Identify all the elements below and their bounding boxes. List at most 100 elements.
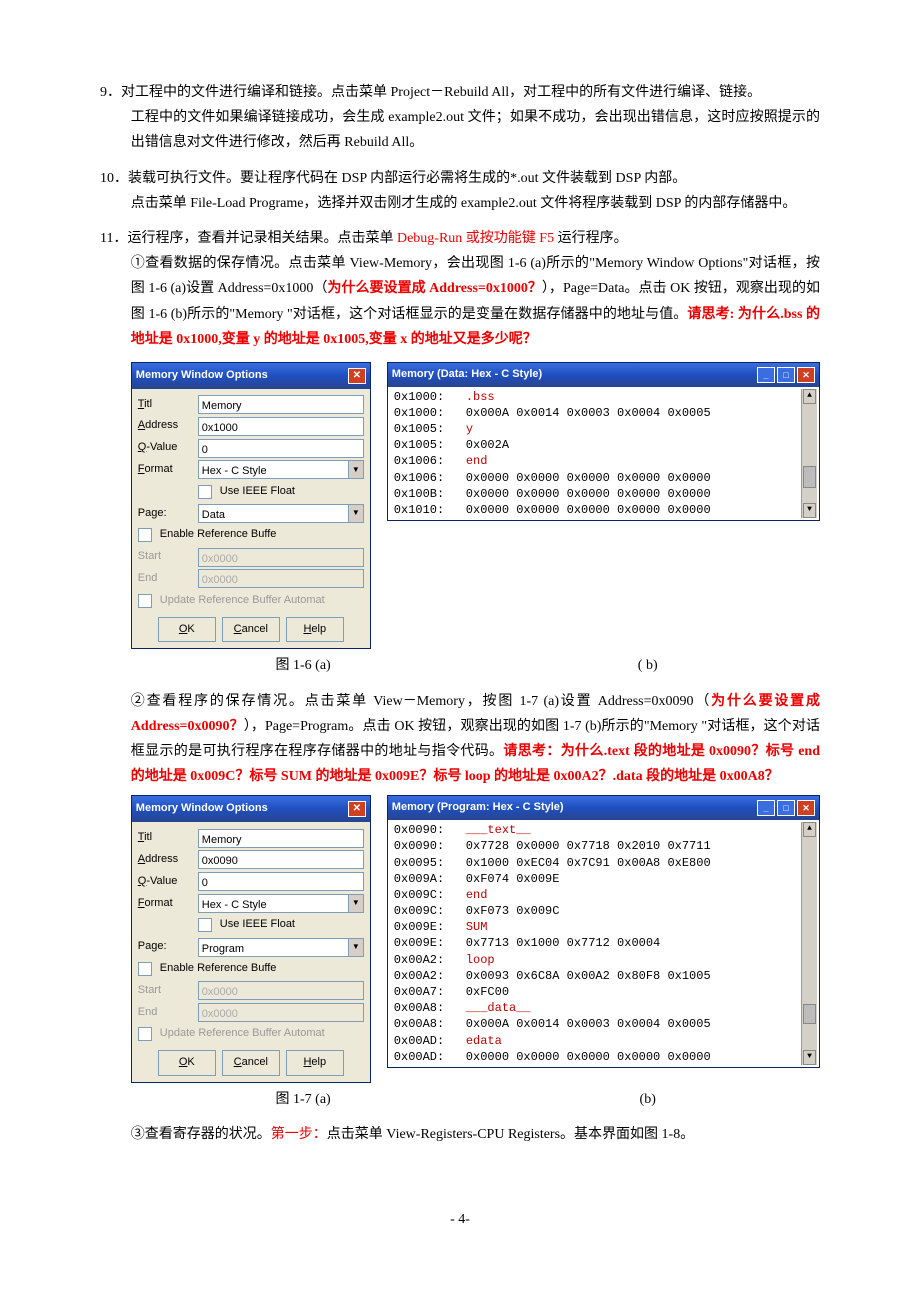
label: Titl xyxy=(138,395,194,415)
close-icon[interactable]: ✕ xyxy=(797,800,815,816)
caption-b: ( b) xyxy=(475,653,820,678)
step-num: 9． xyxy=(100,85,121,100)
scroll-thumb[interactable] xyxy=(803,466,816,488)
scroll-down-icon[interactable]: ▼ xyxy=(803,503,816,518)
end-field: 0x0000 xyxy=(198,569,364,588)
label: Update Reference Buffer Automat xyxy=(160,591,325,611)
refbuf-checkbox[interactable] xyxy=(138,528,152,542)
label: Format xyxy=(138,894,194,914)
scrollbar[interactable]: ▲ ▼ xyxy=(801,389,817,519)
chevron-down-icon[interactable]: ▼ xyxy=(349,894,364,913)
label: Q-Value xyxy=(138,438,194,458)
scrollbar[interactable]: ▲ ▼ xyxy=(801,822,817,1065)
scroll-up-icon[interactable]: ▲ xyxy=(803,822,816,837)
memory-line: 0x0090: 0x7728 0x0000 0x7718 0x2010 0x77… xyxy=(394,838,801,854)
scroll-thumb[interactable] xyxy=(803,1004,816,1024)
dialog-titlebar[interactable]: Memory Window Options ✕ xyxy=(132,363,370,389)
ieee-checkbox[interactable] xyxy=(198,485,212,499)
page-select[interactable]: Program xyxy=(198,938,349,957)
help-button[interactable]: Help xyxy=(286,1050,344,1076)
memory-line: 0x00A7: 0xFC00 xyxy=(394,984,801,1000)
ieee-checkbox[interactable] xyxy=(198,918,212,932)
label: End xyxy=(138,1003,194,1023)
label: Address xyxy=(138,850,194,870)
memory-options-dialog: Memory Window Options ✕ TitlMemory Addre… xyxy=(131,795,371,1083)
memory-line: 0x009E: SUM xyxy=(394,919,801,935)
memory-options-dialog: Memory Window Options ✕ TitlMemory Addre… xyxy=(131,362,371,650)
figure-1-6: Memory Window Options ✕ TitlMemory Addre… xyxy=(131,362,820,650)
maximize-icon[interactable]: □ xyxy=(777,800,795,816)
cancel-button[interactable]: Cancel xyxy=(222,617,280,643)
red-text: 第一步： xyxy=(271,1127,327,1142)
label: Update Reference Buffer Automat xyxy=(160,1024,325,1044)
text: 点击菜单 File-Load Programe，选择并双击刚才生成的 examp… xyxy=(100,191,820,216)
caption-a: 图 1-6 (a) xyxy=(131,653,476,678)
step-11: 11．运行程序，查看并记录相关结果。点击菜单 Debug-Run 或按功能键 F… xyxy=(100,226,820,352)
memory-line: 0x1000: .bss xyxy=(394,389,801,405)
scroll-up-icon[interactable]: ▲ xyxy=(803,389,816,404)
red-text: 为什么要设置成 Address=0x1000？ xyxy=(327,281,541,296)
step-9: 9．对工程中的文件进行编译和链接。点击菜单 Project－Rebuild Al… xyxy=(100,80,820,156)
memory-line: 0x009A: 0xF074 0x009E xyxy=(394,871,801,887)
ok-button[interactable]: OK xyxy=(158,617,216,643)
memory-line: 0x00AD: 0x0000 0x0000 0x0000 0x0000 0x00… xyxy=(394,1049,801,1065)
close-icon[interactable]: ✕ xyxy=(797,367,815,383)
figure-1-7: Memory Window Options ✕ TitlMemory Addre… xyxy=(131,795,820,1083)
dialog-title: Memory Window Options xyxy=(136,366,268,386)
dialog-titlebar[interactable]: Memory Window Options ✕ xyxy=(132,796,370,822)
memory-titlebar[interactable]: Memory (Data: Hex - C Style) _ □ ✕ xyxy=(388,363,819,387)
text: 点击菜单 View-Registers-CPU Registers。基本界面如图… xyxy=(327,1127,694,1142)
red-text: Debug-Run 或按功能键 F5 xyxy=(397,231,558,246)
memory-line: 0x00A2: 0x0093 0x6C8A 0x00A2 0x80F8 0x10… xyxy=(394,968,801,984)
format-select[interactable]: Hex - C Style xyxy=(198,460,349,479)
close-icon[interactable]: ✕ xyxy=(348,801,366,817)
chevron-down-icon[interactable]: ▼ xyxy=(349,504,364,523)
page-select[interactable]: Data xyxy=(198,504,349,523)
caption-a: 图 1-7 (a) xyxy=(131,1087,476,1112)
memory-line: 0x1000: 0x000A 0x0014 0x0003 0x0004 0x00… xyxy=(394,405,801,421)
memory-line: 0x1005: y xyxy=(394,421,801,437)
address-field[interactable]: 0x1000 xyxy=(198,417,364,436)
memory-line: 0x1006: 0x0000 0x0000 0x0000 0x0000 0x00… xyxy=(394,470,801,486)
start-field: 0x0000 xyxy=(198,548,364,567)
memory-lines: 0x1000: .bss0x1000: 0x000A 0x0014 0x0003… xyxy=(394,389,801,519)
text: ②查看程序的保存情况。点击菜单 View－Memory，按图 1-7 (a)设置… xyxy=(131,694,711,709)
minimize-icon[interactable]: _ xyxy=(757,800,775,816)
text: 工程中的文件如果编译链接成功，会生成 example2.out 文件；如果不成功… xyxy=(100,105,820,155)
step-num: 11． xyxy=(100,231,127,246)
cancel-button[interactable]: Cancel xyxy=(222,1050,280,1076)
memory-title: Memory (Program: Hex - C Style) xyxy=(392,798,564,818)
memory-line: 0x00AD: edata xyxy=(394,1033,801,1049)
step-num: 10． xyxy=(100,171,128,186)
memory-line: 0x1006: end xyxy=(394,453,801,469)
memory-titlebar[interactable]: Memory (Program: Hex - C Style) _ □ ✕ xyxy=(388,796,819,820)
qvalue-field[interactable]: 0 xyxy=(198,872,364,891)
ok-button[interactable]: OK xyxy=(158,1050,216,1076)
memory-line: 0x100B: 0x0000 0x0000 0x0000 0x0000 0x00… xyxy=(394,486,801,502)
help-button[interactable]: Help xyxy=(286,617,344,643)
figure-1-6-caption: 图 1-6 (a) ( b) xyxy=(131,653,820,678)
memory-window-data: Memory (Data: Hex - C Style) _ □ ✕ 0x100… xyxy=(387,362,820,521)
memory-line: 0x1010: 0x0000 0x0000 0x0000 0x0000 0x00… xyxy=(394,502,801,518)
refbuf-checkbox[interactable] xyxy=(138,962,152,976)
maximize-icon[interactable]: □ xyxy=(777,367,795,383)
minimize-icon[interactable]: _ xyxy=(757,367,775,383)
address-field[interactable]: 0x0090 xyxy=(198,850,364,869)
label: Q-Value xyxy=(138,872,194,892)
updref-checkbox xyxy=(138,594,152,608)
close-icon[interactable]: ✕ xyxy=(348,368,366,384)
label: Start xyxy=(138,547,194,567)
qvalue-field[interactable]: 0 xyxy=(198,439,364,458)
text: 运行程序。 xyxy=(558,231,628,246)
label: Enable Reference Buffe xyxy=(160,525,277,545)
title-field[interactable]: Memory xyxy=(198,395,364,414)
page-number: - 4- xyxy=(100,1207,820,1232)
title-field[interactable]: Memory xyxy=(198,829,364,848)
format-select[interactable]: Hex - C Style xyxy=(198,894,349,913)
figure-1-7-caption: 图 1-7 (a) (b) xyxy=(131,1087,820,1112)
dialog-title: Memory Window Options xyxy=(136,799,268,819)
scroll-down-icon[interactable]: ▼ xyxy=(803,1050,816,1065)
chevron-down-icon[interactable]: ▼ xyxy=(349,938,364,957)
chevron-down-icon[interactable]: ▼ xyxy=(349,460,364,479)
label: Format xyxy=(138,460,194,480)
